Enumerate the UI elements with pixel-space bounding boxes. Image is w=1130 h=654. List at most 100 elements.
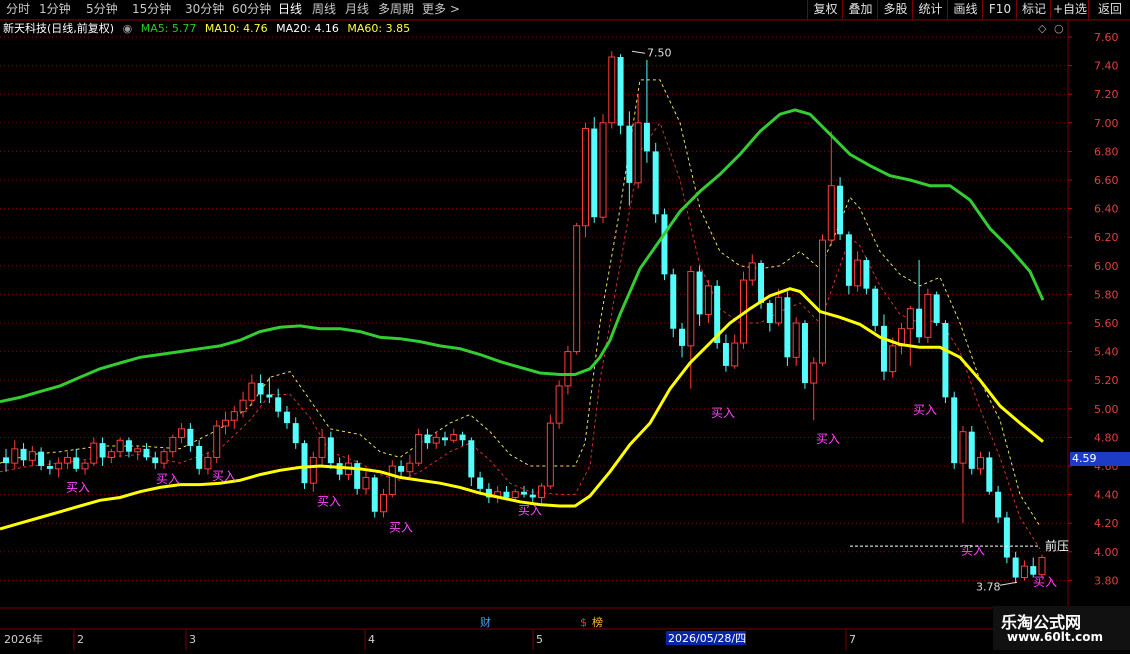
- candle-body: [986, 457, 993, 492]
- candle: [679, 323, 686, 358]
- candle-body: [143, 448, 150, 458]
- candle-body: [503, 491, 510, 498]
- buy-signal-label: 买入: [156, 472, 180, 486]
- candle-body: [933, 294, 940, 323]
- price-tick-label: 6.00: [1094, 260, 1119, 273]
- candle-body: [784, 297, 791, 358]
- candle: [309, 451, 317, 492]
- period-toolbar: 分时 1分钟 5分钟 15分钟 30分钟 60分钟 日线 周线 月线 多周期 更…: [0, 0, 1130, 20]
- candle-body: [239, 399, 247, 413]
- candle: [3, 448, 9, 472]
- back-button[interactable]: 返回: [1088, 0, 1130, 19]
- price-tick-label: 6.60: [1094, 174, 1119, 187]
- tab-60min[interactable]: 60分钟: [232, 1, 271, 17]
- rank-marker: 榜: [592, 615, 603, 628]
- more-label: 更多: [422, 2, 447, 16]
- fuquan-button[interactable]: 复权: [807, 0, 843, 19]
- money-marker: $: [580, 616, 587, 628]
- mark-button[interactable]: 标记: [1016, 0, 1051, 19]
- candle-body: [845, 234, 852, 286]
- multi-stock-button[interactable]: 多股: [877, 0, 913, 19]
- tab-15min[interactable]: 15分钟: [132, 1, 171, 17]
- candle-body: [230, 411, 238, 421]
- draw-line-button[interactable]: 画线: [947, 0, 983, 19]
- circle-icon[interactable]: ○: [1054, 22, 1064, 35]
- high-arrow: [631, 50, 646, 54]
- candle-body: [160, 451, 168, 464]
- candle-body: [81, 462, 89, 470]
- ma60-value: MA60: 3.85: [347, 22, 411, 35]
- candle-body: [468, 440, 475, 478]
- candle-body: [398, 466, 405, 472]
- candle: [441, 431, 448, 446]
- candle-body: [916, 308, 923, 338]
- candle-body: [573, 225, 581, 353]
- tab-monthly[interactable]: 月线: [345, 1, 369, 17]
- price-tick-label: 5.60: [1094, 317, 1119, 330]
- candle: [977, 451, 985, 475]
- candle: [275, 388, 282, 418]
- diamond-icon[interactable]: ◇: [1038, 22, 1046, 35]
- tab-multi-period[interactable]: 多周期: [378, 1, 414, 17]
- candle: [801, 320, 808, 389]
- candle-body: [968, 431, 975, 469]
- candle-body: [766, 302, 773, 323]
- tab-daily[interactable]: 日线: [278, 1, 302, 17]
- candle: [152, 451, 159, 469]
- candle: [784, 291, 791, 366]
- tab-1min[interactable]: 1分钟: [39, 1, 71, 17]
- candle: [213, 420, 221, 464]
- price-tick-label: 5.00: [1094, 403, 1119, 416]
- buy-signal-label: 买入: [816, 432, 840, 446]
- ma10-value: MA10: 4.76: [204, 22, 268, 35]
- candle-body: [634, 122, 642, 184]
- candle: [398, 460, 405, 478]
- candle-body: [450, 434, 458, 441]
- candle: [845, 231, 852, 295]
- candle: [239, 391, 247, 418]
- kline-chart[interactable]: 买入买入 买入买入买入买入买入买入买入买入买入 7.607.407.207.006…: [0, 20, 1130, 628]
- candle-body: [63, 456, 71, 464]
- overlay-button[interactable]: 叠加: [842, 0, 878, 19]
- statistics-button[interactable]: 统计: [912, 0, 948, 19]
- candle: [107, 448, 115, 464]
- candle-body: [854, 259, 862, 287]
- candle: [792, 317, 800, 366]
- candle-body: [810, 362, 818, 384]
- price-tick-label: 7.20: [1094, 88, 1119, 101]
- candle: [652, 142, 659, 223]
- tab-30min[interactable]: 30分钟: [185, 1, 224, 17]
- candle: [143, 443, 150, 461]
- tab-realtime[interactable]: 分时: [6, 1, 30, 17]
- candle-body: [591, 128, 598, 218]
- candle: [959, 425, 967, 524]
- candle-body: [704, 285, 712, 315]
- add-watchlist-button[interactable]: +自选: [1050, 0, 1089, 19]
- candle-body: [20, 448, 27, 461]
- candle-body: [283, 411, 290, 424]
- low-price-label: 3.78: [976, 580, 1001, 593]
- f10-button[interactable]: F10: [982, 0, 1017, 19]
- tab-weekly[interactable]: 周线: [312, 1, 336, 17]
- candle-body: [564, 351, 572, 387]
- tab-5min[interactable]: 5分钟: [86, 1, 118, 17]
- candle: [1012, 551, 1019, 584]
- candle-body: [266, 394, 273, 398]
- stock-title[interactable]: 新天科技(日线,前复权): [3, 22, 114, 35]
- year-label: 2026年: [4, 632, 43, 646]
- buy-signal-label: 买入: [389, 520, 413, 534]
- candle: [283, 405, 290, 429]
- price-axis: 7.60 7.40 7.20 7.00 6.80 6.60 6.40 6.20 6.00 5.80…: [1068, 31, 1119, 587]
- candle-body: [837, 185, 844, 235]
- candle-body: [415, 434, 423, 464]
- candle: [986, 451, 993, 495]
- tab-more[interactable]: 更多 >: [422, 1, 460, 17]
- candle: [90, 437, 98, 466]
- settings-circle-icon[interactable]: ◉: [123, 22, 133, 35]
- price-tick-label: 6.80: [1094, 145, 1119, 158]
- candle-body: [661, 214, 668, 275]
- candle-body: [301, 443, 308, 484]
- candle-body: [221, 419, 229, 427]
- candle-body: [643, 122, 650, 152]
- candle-body: [924, 293, 932, 338]
